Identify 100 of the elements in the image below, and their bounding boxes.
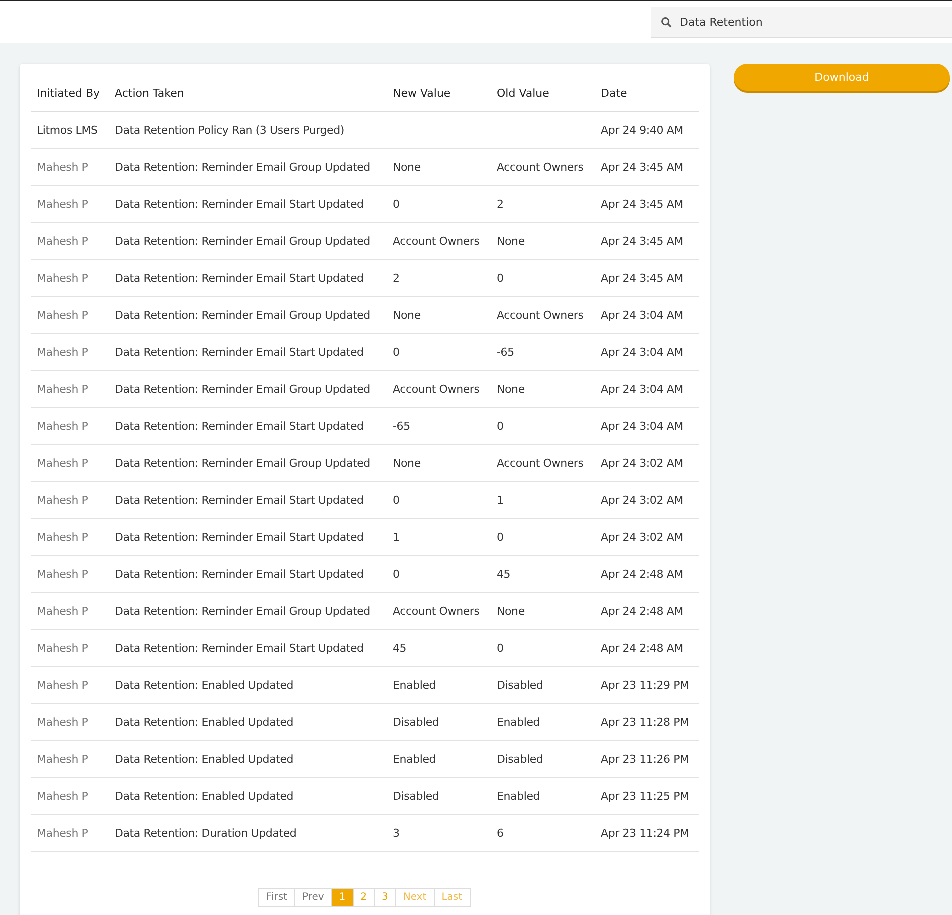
action-cell: Data Retention: Reminder Email Start Updated [109, 556, 387, 593]
column-header: Date [595, 76, 699, 112]
column-header: Action Taken [109, 76, 387, 112]
initiated-by-cell: Mahesh P [31, 593, 109, 630]
page-button[interactable]: 2 [352, 888, 376, 907]
initiated-by-cell: Mahesh P [31, 741, 109, 778]
action-cell: Data Retention: Duration Updated [109, 815, 387, 852]
download-button[interactable]: Download [734, 64, 950, 91]
action-cell: Data Retention: Reminder Email Start Updated [109, 186, 387, 223]
initiated-by-cell: Mahesh P [31, 186, 109, 223]
date-cell: Apr 24 2:48 AM [595, 593, 699, 630]
old-value-cell: 6 [491, 815, 595, 852]
search-field[interactable]: Data Retention [651, 7, 952, 38]
initiated-by-cell: Mahesh P [31, 223, 109, 260]
old-value-cell: 0 [491, 630, 595, 667]
new-value-cell: None [387, 149, 491, 186]
new-value-cell: 0 [387, 556, 491, 593]
new-value-cell: Enabled [387, 667, 491, 704]
column-header: Old Value [491, 76, 595, 112]
initiated-by-cell: Mahesh P [31, 704, 109, 741]
date-cell: Apr 23 11:29 PM [595, 667, 699, 704]
new-value-cell: Disabled [387, 704, 491, 741]
date-cell: Apr 23 11:26 PM [595, 741, 699, 778]
search-icon [661, 17, 672, 28]
action-cell: Data Retention: Enabled Updated [109, 778, 387, 815]
date-cell: Apr 24 3:04 AM [595, 371, 699, 408]
action-cell: Data Retention: Reminder Email Group Updated [109, 371, 387, 408]
date-cell: Apr 24 3:45 AM [595, 223, 699, 260]
page-button[interactable]: 3 [374, 888, 396, 907]
initiated-by-cell: Mahesh P [31, 260, 109, 297]
initiated-by-cell: Mahesh P [31, 778, 109, 815]
old-value-cell: Enabled [491, 778, 595, 815]
date-cell: Apr 24 3:04 AM [595, 408, 699, 445]
action-cell: Data Retention: Reminder Email Start Updated [109, 260, 387, 297]
old-value-cell: Account Owners [491, 297, 595, 334]
initiated-by-cell: Mahesh P [31, 334, 109, 371]
date-cell: Apr 24 3:02 AM [595, 445, 699, 482]
old-value-cell: -65 [491, 334, 595, 371]
new-value-cell: 3 [387, 815, 491, 852]
action-cell: Data Retention: Reminder Email Start Updated [109, 334, 387, 371]
action-cell: Data Retention: Enabled Updated [109, 667, 387, 704]
old-value-cell: 1 [491, 482, 595, 519]
initiated-by-cell: Mahesh P [31, 297, 109, 334]
old-value-cell: None [491, 223, 595, 260]
new-value-cell: 0 [387, 186, 491, 223]
column-header: New Value [387, 76, 491, 112]
action-cell: Data Retention: Reminder Email Group Updated [109, 297, 387, 334]
new-value-cell: 45 [387, 630, 491, 667]
initiated-by-cell: Mahesh P [31, 630, 109, 667]
date-cell: Apr 24 3:04 AM [595, 297, 699, 334]
date-cell: Apr 23 11:24 PM [595, 815, 699, 852]
action-cell: Data Retention: Reminder Email Start Updated [109, 519, 387, 556]
initiated-by-cell: Mahesh P [31, 482, 109, 519]
new-value-cell: Account Owners [387, 371, 491, 408]
action-cell: Data Retention: Reminder Email Group Updated [109, 223, 387, 260]
date-cell: Apr 24 3:45 AM [595, 149, 699, 186]
new-value-cell: Enabled [387, 741, 491, 778]
date-cell: Apr 24 3:04 AM [595, 334, 699, 371]
new-value-cell: 2 [387, 260, 491, 297]
action-cell: Data Retention: Enabled Updated [109, 741, 387, 778]
action-cell: Data Retention: Reminder Email Group Updated [109, 149, 387, 186]
new-value-cell: Account Owners [387, 223, 491, 260]
old-value-cell: Account Owners [491, 445, 595, 482]
old-value-cell: 45 [491, 556, 595, 593]
pager-nav-button[interactable]: Next [395, 888, 435, 907]
initiated-by-cell: Litmos LMS [31, 112, 109, 149]
old-value-cell: 0 [491, 408, 595, 445]
initiated-by-cell: Mahesh P [31, 667, 109, 704]
page-button[interactable]: 1 [331, 888, 354, 907]
initiated-by-cell: Mahesh P [31, 519, 109, 556]
old-value-cell: 0 [491, 260, 595, 297]
old-value-cell: Disabled [491, 741, 595, 778]
date-cell: Apr 24 9:40 AM [595, 112, 699, 149]
date-cell: Apr 24 2:48 AM [595, 630, 699, 667]
initiated-by-cell: Mahesh P [31, 556, 109, 593]
action-cell: Data Retention: Reminder Email Start Updated [109, 482, 387, 519]
old-value-cell: Account Owners [491, 149, 595, 186]
date-cell: Apr 24 3:02 AM [595, 519, 699, 556]
column-header: Initiated By [31, 76, 109, 112]
action-cell: Data Retention: Reminder Email Group Updated [109, 593, 387, 630]
new-value-cell: 0 [387, 482, 491, 519]
new-value-cell: 1 [387, 519, 491, 556]
initiated-by-cell: Mahesh P [31, 149, 109, 186]
new-value-cell: Account Owners [387, 593, 491, 630]
old-value-cell: Disabled [491, 667, 595, 704]
date-cell: Apr 23 11:25 PM [595, 778, 699, 815]
new-value-cell: -65 [387, 408, 491, 445]
initiated-by-cell: Mahesh P [31, 815, 109, 852]
initiated-by-cell: Mahesh P [31, 371, 109, 408]
action-cell: Data Retention: Reminder Email Group Updated [109, 445, 387, 482]
action-cell: Data Retention Policy Ran (3 Users Purged) [109, 112, 387, 149]
pager-nav-button[interactable]: Last [434, 888, 471, 907]
new-value-cell: Disabled [387, 778, 491, 815]
action-cell: Data Retention: Enabled Updated [109, 704, 387, 741]
action-cell: Data Retention: Reminder Email Start Updated [109, 408, 387, 445]
date-cell: Apr 24 2:48 AM [595, 556, 699, 593]
old-value-cell: 2 [491, 186, 595, 223]
initiated-by-cell: Mahesh P [31, 408, 109, 445]
new-value-cell: None [387, 297, 491, 334]
new-value-cell: 0 [387, 334, 491, 371]
